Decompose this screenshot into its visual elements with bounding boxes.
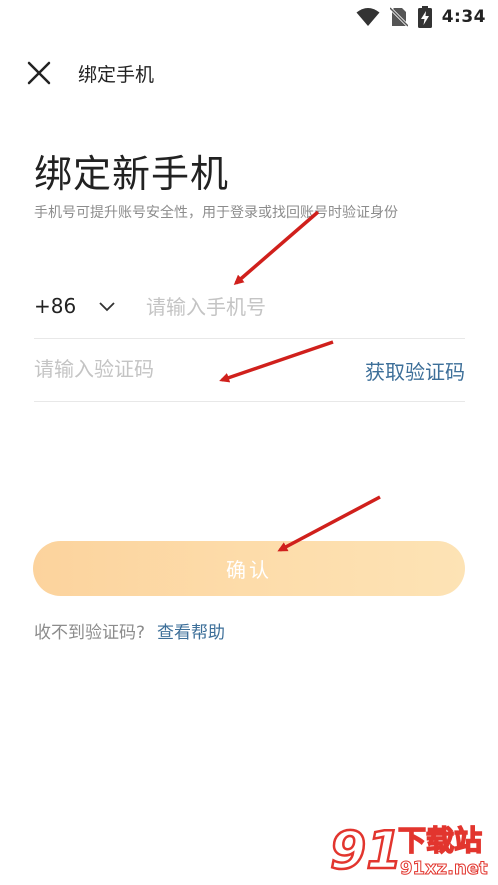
chevron-down-icon[interactable] bbox=[98, 300, 116, 314]
status-icons: 4:34 bbox=[356, 6, 486, 28]
toolbar: 绑定手机 bbox=[0, 50, 498, 96]
country-code-selector[interactable]: +86 bbox=[34, 294, 76, 318]
battery-charging-icon bbox=[417, 6, 432, 28]
phone-input[interactable] bbox=[146, 291, 446, 323]
get-code-button[interactable]: 获取验证码 bbox=[365, 356, 465, 385]
no-sim-icon bbox=[389, 7, 408, 27]
close-icon[interactable] bbox=[25, 59, 53, 87]
phone-row: +86 bbox=[34, 278, 465, 339]
page-title: 绑定新手机 bbox=[34, 152, 230, 196]
status-bar: 4:34 bbox=[0, 0, 498, 34]
annotation-arrows bbox=[219, 210, 381, 552]
help-row: 收不到验证码? 查看帮助 bbox=[34, 618, 225, 643]
svg-text:91xz.net: 91xz.net bbox=[400, 858, 488, 879]
toolbar-title: 绑定手机 bbox=[78, 64, 155, 86]
help-link[interactable]: 查看帮助 bbox=[157, 623, 225, 643]
wifi-icon bbox=[356, 8, 380, 26]
watermark-graphic: 91 下载站 91xz.net bbox=[329, 820, 489, 883]
watermark-logo: 91 下载站 91xz.net bbox=[328, 818, 493, 883]
svg-text:91: 91 bbox=[330, 821, 402, 880]
verification-code-input[interactable] bbox=[34, 353, 314, 385]
status-time: 4:34 bbox=[441, 7, 486, 27]
page-subtitle: 手机号可提升账号安全性，用于登录或找回账号时验证身份 bbox=[34, 205, 398, 221]
confirm-button[interactable]: 确认 bbox=[33, 541, 465, 596]
svg-text:下载站: 下载站 bbox=[398, 824, 482, 857]
help-question: 收不到验证码? bbox=[34, 623, 146, 643]
code-row: 获取验证码 bbox=[34, 339, 465, 402]
annotation-arrow-phone bbox=[233, 210, 320, 285]
